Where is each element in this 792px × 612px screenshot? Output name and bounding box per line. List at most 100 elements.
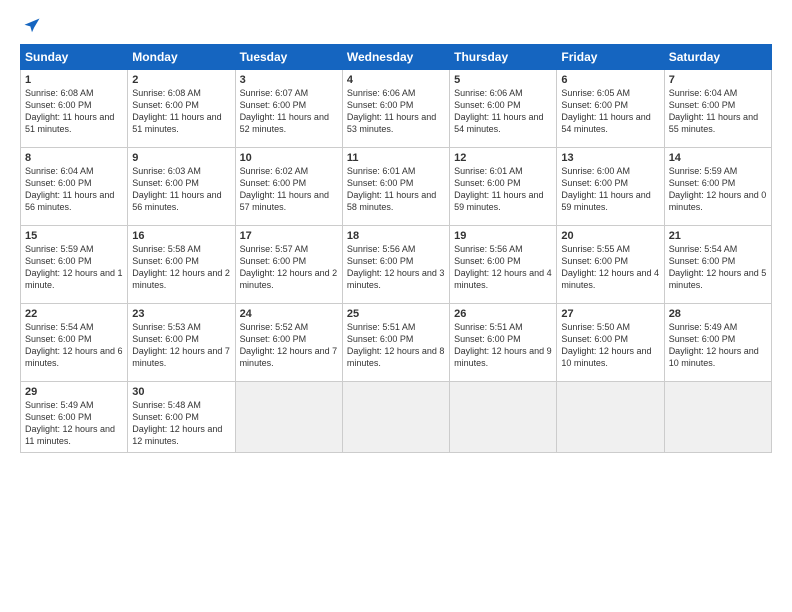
calendar-cell: 16Sunrise: 5:58 AMSunset: 6:00 PMDayligh… [128, 226, 235, 304]
calendar-week-4: 22Sunrise: 5:54 AMSunset: 6:00 PMDayligh… [21, 304, 772, 382]
day-info: Sunrise: 5:58 AMSunset: 6:00 PMDaylight:… [132, 243, 230, 292]
day-number: 10 [240, 152, 338, 164]
day-number: 4 [347, 74, 445, 86]
calendar-cell: 17Sunrise: 5:57 AMSunset: 6:00 PMDayligh… [235, 226, 342, 304]
day-header-wednesday: Wednesday [342, 45, 449, 70]
day-info: Sunrise: 5:51 AMSunset: 6:00 PMDaylight:… [347, 321, 445, 370]
calendar-cell: 30Sunrise: 5:48 AMSunset: 6:00 PMDayligh… [128, 382, 235, 453]
day-info: Sunrise: 5:56 AMSunset: 6:00 PMDaylight:… [454, 243, 552, 292]
calendar-cell: 11Sunrise: 6:01 AMSunset: 6:00 PMDayligh… [342, 148, 449, 226]
day-number: 19 [454, 230, 552, 242]
day-number: 30 [132, 386, 230, 398]
day-info: Sunrise: 5:54 AMSunset: 6:00 PMDaylight:… [25, 321, 123, 370]
day-number: 9 [132, 152, 230, 164]
day-info: Sunrise: 5:52 AMSunset: 6:00 PMDaylight:… [240, 321, 338, 370]
day-number: 22 [25, 308, 123, 320]
calendar-cell [342, 382, 449, 453]
day-info: Sunrise: 5:56 AMSunset: 6:00 PMDaylight:… [347, 243, 445, 292]
calendar-cell [450, 382, 557, 453]
day-info: Sunrise: 6:03 AMSunset: 6:00 PMDaylight:… [132, 165, 230, 214]
day-number: 11 [347, 152, 445, 164]
calendar-cell: 18Sunrise: 5:56 AMSunset: 6:00 PMDayligh… [342, 226, 449, 304]
day-info: Sunrise: 6:08 AMSunset: 6:00 PMDaylight:… [132, 87, 230, 136]
day-number: 8 [25, 152, 123, 164]
day-number: 21 [669, 230, 767, 242]
day-number: 29 [25, 386, 123, 398]
page: SundayMondayTuesdayWednesdayThursdayFrid… [0, 0, 792, 612]
day-info: Sunrise: 6:04 AMSunset: 6:00 PMDaylight:… [25, 165, 123, 214]
day-number: 20 [561, 230, 659, 242]
calendar-cell: 25Sunrise: 5:51 AMSunset: 6:00 PMDayligh… [342, 304, 449, 382]
day-number: 6 [561, 74, 659, 86]
day-number: 17 [240, 230, 338, 242]
calendar-cell: 7Sunrise: 6:04 AMSunset: 6:00 PMDaylight… [664, 70, 771, 148]
calendar-cell: 3Sunrise: 6:07 AMSunset: 6:00 PMDaylight… [235, 70, 342, 148]
calendar-cell: 5Sunrise: 6:06 AMSunset: 6:00 PMDaylight… [450, 70, 557, 148]
day-header-friday: Friday [557, 45, 664, 70]
calendar-cell: 15Sunrise: 5:59 AMSunset: 6:00 PMDayligh… [21, 226, 128, 304]
day-header-monday: Monday [128, 45, 235, 70]
day-header-thursday: Thursday [450, 45, 557, 70]
day-number: 7 [669, 74, 767, 86]
day-info: Sunrise: 5:59 AMSunset: 6:00 PMDaylight:… [669, 165, 767, 214]
day-info: Sunrise: 6:04 AMSunset: 6:00 PMDaylight:… [669, 87, 767, 136]
day-info: Sunrise: 6:08 AMSunset: 6:00 PMDaylight:… [25, 87, 123, 136]
day-number: 15 [25, 230, 123, 242]
calendar-cell: 1Sunrise: 6:08 AMSunset: 6:00 PMDaylight… [21, 70, 128, 148]
calendar-cell: 29Sunrise: 5:49 AMSunset: 6:00 PMDayligh… [21, 382, 128, 453]
calendar-cell: 26Sunrise: 5:51 AMSunset: 6:00 PMDayligh… [450, 304, 557, 382]
day-number: 2 [132, 74, 230, 86]
calendar-cell [664, 382, 771, 453]
calendar-cell: 22Sunrise: 5:54 AMSunset: 6:00 PMDayligh… [21, 304, 128, 382]
calendar-cell: 4Sunrise: 6:06 AMSunset: 6:00 PMDaylight… [342, 70, 449, 148]
day-number: 26 [454, 308, 552, 320]
day-info: Sunrise: 5:59 AMSunset: 6:00 PMDaylight:… [25, 243, 123, 292]
calendar-header-row: SundayMondayTuesdayWednesdayThursdayFrid… [21, 45, 772, 70]
calendar-week-5: 29Sunrise: 5:49 AMSunset: 6:00 PMDayligh… [21, 382, 772, 453]
calendar-cell [235, 382, 342, 453]
day-info: Sunrise: 6:06 AMSunset: 6:00 PMDaylight:… [347, 87, 445, 136]
day-info: Sunrise: 5:50 AMSunset: 6:00 PMDaylight:… [561, 321, 659, 370]
logo-bird-icon [22, 16, 42, 36]
calendar-body: 1Sunrise: 6:08 AMSunset: 6:00 PMDaylight… [21, 70, 772, 453]
day-info: Sunrise: 6:01 AMSunset: 6:00 PMDaylight:… [347, 165, 445, 214]
day-info: Sunrise: 5:51 AMSunset: 6:00 PMDaylight:… [454, 321, 552, 370]
day-number: 13 [561, 152, 659, 164]
day-info: Sunrise: 5:49 AMSunset: 6:00 PMDaylight:… [25, 399, 123, 448]
calendar-cell: 14Sunrise: 5:59 AMSunset: 6:00 PMDayligh… [664, 148, 771, 226]
logo [20, 16, 42, 36]
calendar-week-2: 8Sunrise: 6:04 AMSunset: 6:00 PMDaylight… [21, 148, 772, 226]
header [20, 16, 772, 36]
calendar-cell [557, 382, 664, 453]
calendar-cell: 21Sunrise: 5:54 AMSunset: 6:00 PMDayligh… [664, 226, 771, 304]
day-number: 18 [347, 230, 445, 242]
calendar-cell: 23Sunrise: 5:53 AMSunset: 6:00 PMDayligh… [128, 304, 235, 382]
calendar-cell: 6Sunrise: 6:05 AMSunset: 6:00 PMDaylight… [557, 70, 664, 148]
calendar-cell: 28Sunrise: 5:49 AMSunset: 6:00 PMDayligh… [664, 304, 771, 382]
day-header-saturday: Saturday [664, 45, 771, 70]
day-info: Sunrise: 5:49 AMSunset: 6:00 PMDaylight:… [669, 321, 767, 370]
calendar-week-3: 15Sunrise: 5:59 AMSunset: 6:00 PMDayligh… [21, 226, 772, 304]
day-info: Sunrise: 5:48 AMSunset: 6:00 PMDaylight:… [132, 399, 230, 448]
day-info: Sunrise: 5:54 AMSunset: 6:00 PMDaylight:… [669, 243, 767, 292]
day-info: Sunrise: 6:00 AMSunset: 6:00 PMDaylight:… [561, 165, 659, 214]
calendar-cell: 2Sunrise: 6:08 AMSunset: 6:00 PMDaylight… [128, 70, 235, 148]
day-number: 12 [454, 152, 552, 164]
calendar-cell: 8Sunrise: 6:04 AMSunset: 6:00 PMDaylight… [21, 148, 128, 226]
calendar-cell: 13Sunrise: 6:00 AMSunset: 6:00 PMDayligh… [557, 148, 664, 226]
calendar-cell: 19Sunrise: 5:56 AMSunset: 6:00 PMDayligh… [450, 226, 557, 304]
day-header-tuesday: Tuesday [235, 45, 342, 70]
calendar-table: SundayMondayTuesdayWednesdayThursdayFrid… [20, 44, 772, 453]
day-info: Sunrise: 6:01 AMSunset: 6:00 PMDaylight:… [454, 165, 552, 214]
calendar-week-1: 1Sunrise: 6:08 AMSunset: 6:00 PMDaylight… [21, 70, 772, 148]
day-info: Sunrise: 5:53 AMSunset: 6:00 PMDaylight:… [132, 321, 230, 370]
day-number: 3 [240, 74, 338, 86]
calendar-cell: 10Sunrise: 6:02 AMSunset: 6:00 PMDayligh… [235, 148, 342, 226]
day-info: Sunrise: 5:55 AMSunset: 6:00 PMDaylight:… [561, 243, 659, 292]
day-number: 27 [561, 308, 659, 320]
day-number: 16 [132, 230, 230, 242]
calendar-cell: 9Sunrise: 6:03 AMSunset: 6:00 PMDaylight… [128, 148, 235, 226]
day-number: 25 [347, 308, 445, 320]
day-number: 23 [132, 308, 230, 320]
calendar-cell: 24Sunrise: 5:52 AMSunset: 6:00 PMDayligh… [235, 304, 342, 382]
